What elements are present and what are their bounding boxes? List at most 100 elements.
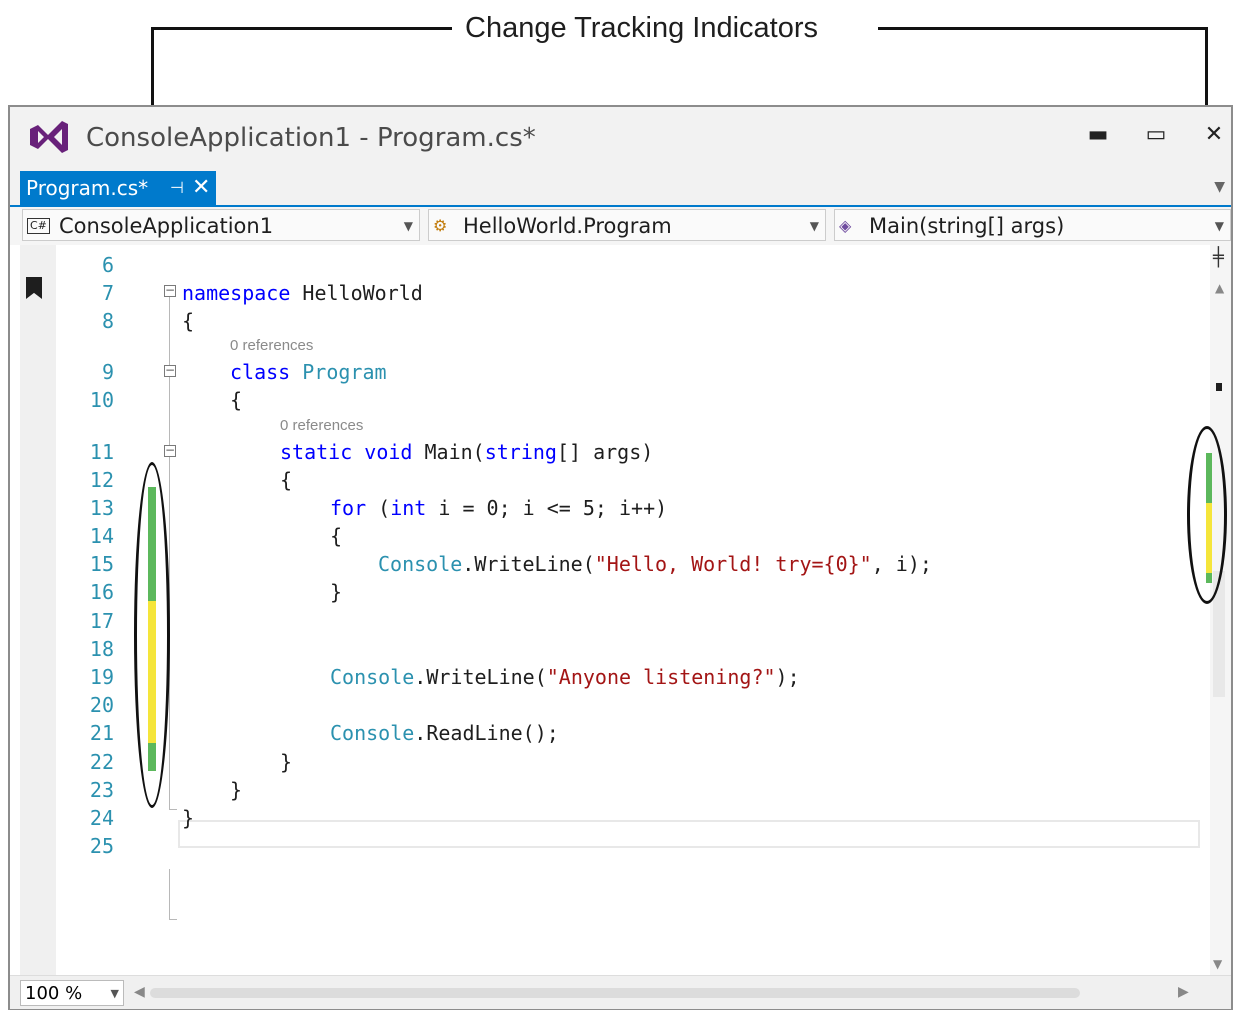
callout-title-text: Change Tracking Indicators (465, 12, 819, 44)
string-token: "Hello, World! try={0}" (594, 552, 872, 576)
chevron-down-icon: ▼ (110, 987, 119, 1000)
collapse-class-icon[interactable]: − (164, 364, 176, 377)
scroll-up-arrow-icon[interactable]: ▲ (1215, 281, 1224, 295)
outline-end (169, 809, 177, 810)
pin-icon[interactable]: ⊣ (170, 171, 184, 205)
brace-token: } (182, 806, 195, 830)
line-number: 17 (89, 609, 114, 633)
window-title: ConsoleApplication1 - Program.cs* (86, 123, 536, 153)
project-dropdown-label: ConsoleApplication1 (59, 214, 274, 238)
brace-token: } (230, 778, 243, 802)
code-line-9: class Program (230, 360, 387, 384)
collapse-method-icon[interactable]: − (164, 444, 176, 457)
ide-window: ConsoleApplication1 - Program.cs* ▬ ▭ ✕ … (8, 105, 1233, 1010)
title-bar: ConsoleApplication1 - Program.cs* ▬ ▭ ✕ (10, 107, 1231, 171)
zoom-dropdown[interactable]: 100 % ▼ (20, 980, 124, 1006)
current-line-highlight (178, 820, 1200, 848)
code-lens-references[interactable]: 0 references (280, 417, 363, 434)
chevron-down-icon: ▼ (403, 219, 413, 233)
project-dropdown[interactable]: C# ConsoleApplication1 ▼ (22, 209, 420, 241)
maximize-button[interactable]: ▭ (1140, 119, 1172, 151)
keyword-token: for (330, 496, 367, 520)
keyword-token: int (390, 496, 427, 520)
document-tab-strip: Program.cs* ⊣ ✕ ▼ (10, 171, 1231, 208)
horizontal-scrollbar[interactable] (150, 988, 1080, 998)
code-line-22: } (280, 750, 292, 774)
line-number: 24 (89, 806, 114, 830)
csharp-project-icon: C# (27, 218, 50, 234)
scroll-left-arrow-icon[interactable]: ◀ (134, 984, 145, 1000)
minimize-button[interactable]: ▬ (1082, 119, 1114, 151)
line-number: 25 (89, 834, 114, 858)
line-number: 6 (101, 253, 114, 277)
line-number: 22 (89, 750, 114, 774)
type-token: Program (290, 360, 387, 384)
indicator-margin (20, 245, 56, 977)
line-number: 15 (89, 552, 114, 576)
line-number: 7 (101, 281, 114, 305)
line-number: 9 (101, 360, 114, 384)
editor-status-bar: 100 % ▼ ◀ ▶ (10, 975, 1231, 1009)
line-number: 11 (89, 440, 114, 464)
line-number: 23 (89, 778, 114, 802)
method-icon: ◈ (839, 216, 852, 235)
code-lens-references[interactable]: 0 references (230, 337, 313, 354)
split-handle-icon[interactable]: ╪ (1213, 249, 1224, 267)
member-dropdown[interactable]: ◈ Main(string[] args) ▼ (834, 209, 1231, 241)
navigation-bar: C# ConsoleApplication1 ▼ ⚙ HelloWorld.Pr… (10, 207, 1231, 246)
identifier-token: .WriteLine( (414, 665, 547, 689)
vertical-scrollbar[interactable]: ╪ ▲ ▼ (1210, 245, 1231, 977)
keyword-token: string (484, 440, 557, 464)
outline-end (169, 869, 170, 919)
zoom-value: 100 % (25, 983, 83, 1004)
code-editor[interactable]: 6 7 8 9 10 11 12 13 14 15 16 17 18 19 20… (10, 245, 1210, 977)
callout-ellipse-gutter (134, 462, 170, 808)
identifier-token: Main( (412, 440, 485, 464)
keyword-token: class (230, 360, 291, 384)
caret-position-marker (1216, 383, 1222, 391)
brace-token: { (330, 524, 343, 548)
line-number: 16 (89, 580, 114, 604)
collapse-namespace-icon[interactable]: − (164, 284, 176, 297)
identifier-token: i = 0; i <= 5; i++) (426, 496, 668, 520)
identifier-token: , i); (871, 552, 932, 576)
code-line-12: { (280, 468, 292, 492)
close-button[interactable]: ✕ (1198, 119, 1230, 151)
tab-label: Program.cs* (26, 176, 149, 200)
class-dropdown[interactable]: ⚙ HelloWorld.Program ▼ (428, 209, 826, 241)
type-token: Console (378, 552, 463, 576)
identifier-token: [] args) (556, 440, 654, 464)
line-number: 10 (89, 388, 114, 412)
code-line-23: } (230, 778, 242, 802)
line-number: 19 (89, 665, 114, 689)
brace-token: } (280, 750, 293, 774)
keyword-token: namespace (182, 281, 291, 305)
outline-end (169, 919, 177, 920)
brace-token: { (182, 309, 195, 333)
keyword-token: static (280, 440, 353, 464)
callout-title: Change Tracking Indicators (0, 6, 1239, 46)
code-line-11: static void Main(string[] args) (280, 440, 653, 464)
callout-ellipse-overview (1187, 426, 1227, 604)
scroll-down-arrow-icon[interactable]: ▼ (1213, 957, 1222, 971)
line-number: 21 (89, 721, 114, 745)
brace-token: { (230, 388, 243, 412)
type-token: Console (330, 665, 415, 689)
tab-program-cs[interactable]: Program.cs* ⊣ ✕ (20, 171, 216, 205)
tab-close-icon[interactable]: ✕ (192, 171, 210, 205)
identifier-token: .ReadLine(); (414, 721, 559, 745)
line-number: 18 (89, 637, 114, 661)
code-line-7: namespace HelloWorld (182, 281, 423, 305)
code-line-8: { (182, 309, 194, 333)
class-icon: ⚙ (433, 216, 448, 235)
scroll-right-arrow-icon[interactable]: ▶ (1178, 984, 1189, 1000)
member-dropdown-label: Main(string[] args) (869, 214, 1065, 238)
keyword-token: void (352, 440, 413, 464)
identifier-token: HelloWorld (290, 281, 423, 305)
brace-token: { (280, 468, 293, 492)
identifier-token: ( (366, 496, 391, 520)
callout-line-left-h (151, 27, 452, 30)
code-line-16: } (330, 580, 342, 604)
chevron-down-icon: ▼ (809, 219, 819, 233)
tab-overflow-chevron-down-icon[interactable]: ▼ (1214, 179, 1225, 195)
